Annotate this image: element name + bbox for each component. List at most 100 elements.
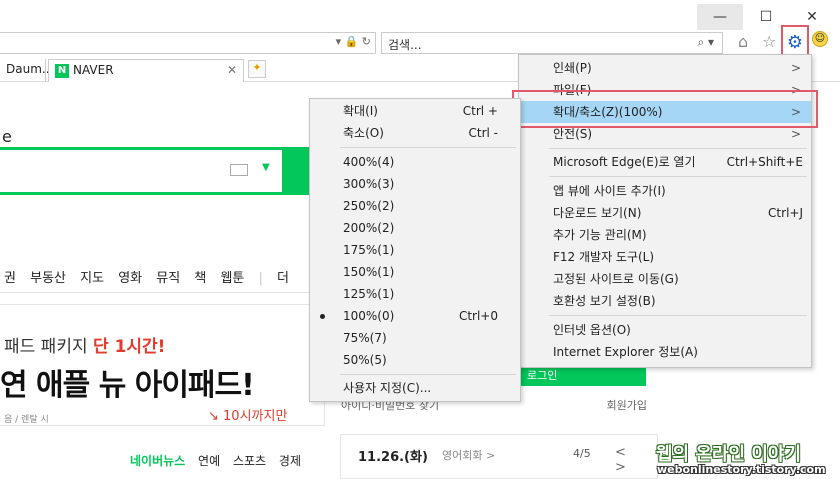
- zoom-menu-item[interactable]: 100%(0) Ctrl+0: [310, 305, 520, 327]
- zoom-menu-item[interactable]: 175%(1): [310, 239, 520, 261]
- home-icon[interactable]: ⌂: [738, 32, 748, 51]
- menu-separator: [340, 374, 516, 375]
- tools-menu-item[interactable]: 추가 기능 관리(M): [519, 224, 811, 246]
- menu-item-label: 100%(0): [343, 309, 395, 323]
- nav-item[interactable]: 뮤직: [156, 271, 180, 286]
- zoom-menu-item[interactable]: 50%(5): [310, 349, 520, 371]
- ad-text: 패드 패키지: [4, 337, 94, 357]
- gear-icon: ⚙: [786, 32, 804, 53]
- submenu-arrow-icon: >: [790, 61, 801, 75]
- menu-item-label: 사용자 지정(C)...: [343, 381, 432, 395]
- zoom-menu-item[interactable]: 125%(1): [310, 283, 520, 305]
- date-label: 11.26.(화): [358, 450, 428, 465]
- naver-search-input[interactable]: ▼: [0, 147, 285, 195]
- ad-subtext: 음 / 렌탈 시: [4, 415, 49, 425]
- zoom-menu-item[interactable]: 사용자 지정(C)...: [310, 377, 520, 399]
- tools-menu-item[interactable]: 호환성 보기 설정(B): [519, 290, 811, 312]
- news-tab[interactable]: 네이버뉴스: [130, 454, 185, 468]
- news-tab[interactable]: 경제: [279, 454, 301, 468]
- checked-bullet-icon: [320, 314, 325, 319]
- menu-item-label: 400%(4): [343, 155, 395, 169]
- pager-arrows[interactable]: < >: [615, 445, 657, 475]
- menu-item-label: 앱 뷰에 사이트 추가(I): [553, 184, 666, 198]
- menu-item-label: 확대(I): [343, 104, 378, 118]
- page-fragment: e: [2, 127, 12, 146]
- tools-menu-item[interactable]: 인쇄(P) >: [519, 57, 811, 79]
- zoom-menu-item[interactable]: 400%(4): [310, 151, 520, 173]
- zoom-menu-item[interactable]: 250%(2): [310, 195, 520, 217]
- tools-menu-item[interactable]: 앱 뷰에 사이트 추가(I): [519, 180, 811, 202]
- news-tab[interactable]: 스포츠: [233, 454, 266, 468]
- zoom-menu-item[interactable]: 150%(1): [310, 261, 520, 283]
- menu-item-label: Microsoft Edge(E)로 열기: [553, 155, 696, 169]
- service-nav: 권 부동산 지도 영화 뮤직 책 웹툰 | 더: [4, 267, 299, 286]
- highlight-box: [512, 90, 818, 128]
- news-tabs: 네이버뉴스 연예 스포츠 경제: [130, 452, 301, 469]
- nav-item[interactable]: 책: [194, 271, 206, 286]
- nav-item[interactable]: 지도: [80, 271, 104, 286]
- nav-item[interactable]: 권: [4, 271, 16, 286]
- favorites-star-icon[interactable]: ☆: [762, 32, 776, 51]
- page-indicator: 4/5: [573, 447, 591, 460]
- zoom-menu-item[interactable]: 75%(7): [310, 327, 520, 349]
- tools-menu-item[interactable]: Internet Explorer 정보(A): [519, 341, 811, 363]
- tab-naver[interactable]: N NAVER ✕: [48, 59, 244, 82]
- menu-item-label: 300%(3): [343, 177, 395, 191]
- address-bar-icons[interactable]: ▾ 🔒 ↻: [336, 35, 371, 48]
- info-box: 11.26.(화) 영어회화 > 4/5 < >: [340, 434, 658, 479]
- tools-menu-item[interactable]: 고정된 사이트로 이동(G): [519, 268, 811, 290]
- tools-menu-item[interactable]: 인터넷 옵션(O): [519, 319, 811, 341]
- naver-logo-icon: N: [55, 63, 69, 78]
- address-bar[interactable]: ▾ 🔒 ↻: [0, 32, 376, 54]
- keyboard-icon[interactable]: [230, 164, 248, 176]
- menu-separator: [549, 148, 807, 149]
- ad-title: 연 애플 뉴 아이패드!: [0, 368, 255, 403]
- minimize-icon: —: [713, 9, 727, 25]
- menu-separator: [549, 315, 807, 316]
- menu-item-label: 인터넷 옵션(O): [553, 323, 631, 337]
- close-icon: ✕: [806, 9, 818, 25]
- nav-item[interactable]: 부동산: [30, 271, 66, 286]
- menu-item-label: 150%(1): [343, 265, 395, 279]
- ad-headline: 패드 패키지 단 1시간!: [4, 332, 165, 357]
- menu-item-label: F12 개발자 도구(L): [553, 250, 655, 264]
- menu-separator: [549, 176, 807, 177]
- search-box[interactable]: 검색... ⌕ ▾: [381, 32, 723, 54]
- menu-item-shortcut: Ctrl+0: [458, 309, 498, 323]
- menu-separator: [340, 147, 516, 148]
- tools-menu-item[interactable]: 다운로드 보기(N) Ctrl+J: [519, 202, 811, 224]
- zoom-menu-item[interactable]: 200%(2): [310, 217, 520, 239]
- menu-item-label: 다운로드 보기(N): [553, 206, 642, 220]
- nav-divider: |: [258, 271, 263, 286]
- news-tab[interactable]: 연예: [198, 454, 220, 468]
- zoom-menu-item[interactable]: 축소(O) Ctrl -: [310, 122, 520, 144]
- search-icon[interactable]: ⌕ ▾: [697, 35, 714, 50]
- zoom-menu-item[interactable]: 300%(3): [310, 173, 520, 195]
- menu-item-label: 호환성 보기 설정(B): [553, 294, 656, 308]
- feedback-smiley-icon[interactable]: ☺: [812, 31, 828, 47]
- menu-item-shortcut: Ctrl+J: [768, 206, 803, 220]
- minimize-button[interactable]: —: [697, 4, 743, 30]
- nav-item[interactable]: 영화: [118, 271, 142, 286]
- menu-item-label: 175%(1): [343, 243, 395, 257]
- zoom-menu-item[interactable]: 확대(I) Ctrl +: [310, 100, 520, 122]
- nav-item[interactable]: 더: [277, 271, 289, 286]
- new-tab-button[interactable]: ✦: [248, 60, 266, 78]
- tools-menu-item[interactable]: F12 개발자 도구(L): [519, 246, 811, 268]
- join-link[interactable]: 회원가입: [607, 397, 647, 413]
- toolbar: ▾ 🔒 ↻ 검색... ⌕ ▾: [0, 30, 840, 56]
- ad-time-limit: ↘ 10시까지만: [208, 409, 288, 424]
- search-input[interactable]: 검색...: [388, 36, 422, 53]
- tab-label: Daum...: [6, 62, 54, 76]
- tools-menu-item[interactable]: Microsoft Edge(E)로 열기 Ctrl+Shift+E: [519, 151, 811, 173]
- menu-item-shortcut: Ctrl +: [462, 104, 498, 118]
- dropdown-arrow-icon[interactable]: ▼: [262, 162, 270, 173]
- nav-item[interactable]: 웹툰: [220, 271, 244, 286]
- tab-label: NAVER: [73, 63, 114, 77]
- tab-daum[interactable]: Daum...: [0, 59, 53, 82]
- menu-item-label: 250%(2): [343, 199, 395, 213]
- tab-close-icon[interactable]: ✕: [227, 63, 237, 77]
- watermark-url: webonlinestory.tistory.com: [657, 463, 826, 476]
- category-link[interactable]: 영어회화 >: [442, 447, 495, 463]
- menu-item-shortcut: Ctrl -: [468, 126, 499, 140]
